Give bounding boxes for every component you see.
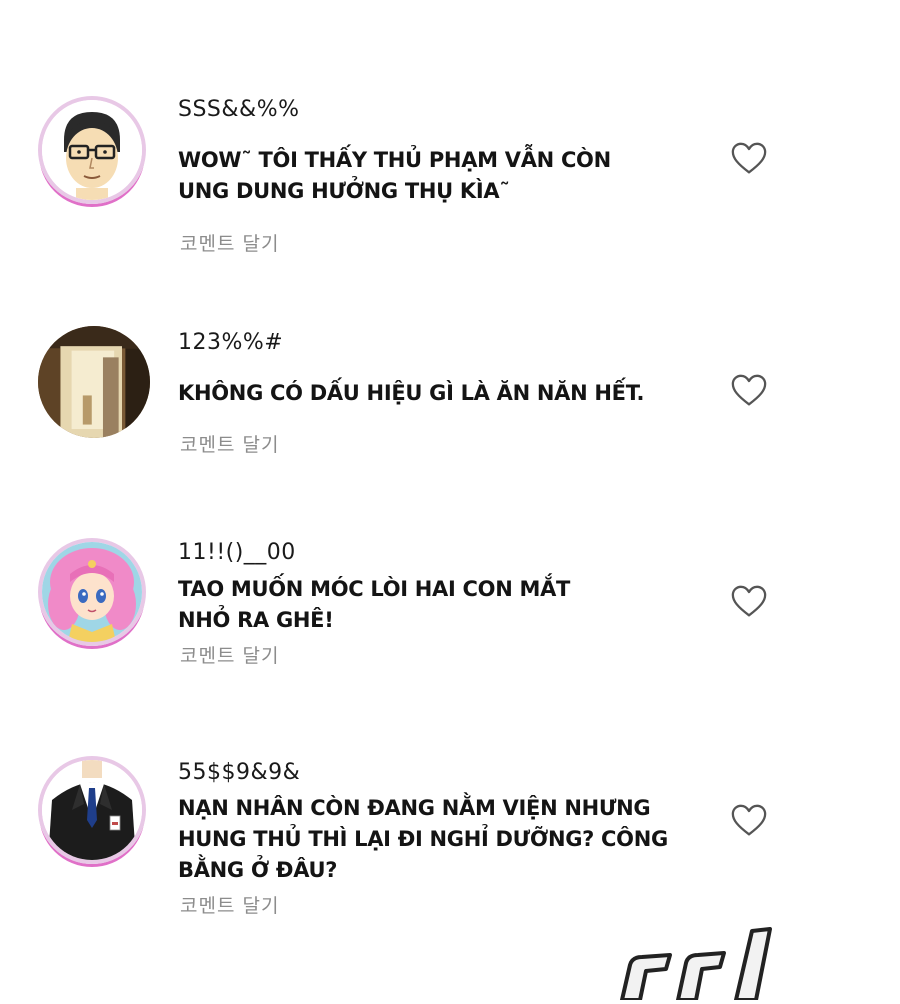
comment-username[interactable]: 55$$9&9& (178, 760, 300, 785)
comment-text-line: NHỎ RA GHÊ! (178, 608, 334, 632)
like-button[interactable] (730, 802, 768, 840)
avatar[interactable] (38, 538, 146, 646)
like-button[interactable] (730, 583, 768, 621)
comment-text: NẠN NHÂN CÒN ĐANG NẰM VIỆN NHƯNG HUNG TH… (178, 793, 698, 886)
comment-text-line: KHÔNG CÓ DẤU HIỆU GÌ LÀ ĂN NĂN HẾT. (178, 381, 645, 405)
comment-text-line: TAO MUỐN MÓC LÒI HAI CON MẮT (178, 577, 571, 601)
comment-username[interactable]: SSS&&%% (178, 97, 300, 122)
anime-girl-avatar-icon (42, 542, 142, 642)
reply-button[interactable]: 코멘트 달기 (180, 891, 279, 918)
avatar[interactable] (38, 326, 150, 438)
avatar[interactable] (38, 96, 146, 204)
like-button[interactable] (730, 372, 768, 410)
reply-button[interactable]: 코멘트 달기 (180, 430, 279, 457)
comment-username[interactable]: 123%%# (178, 330, 283, 355)
heart-outline-icon (731, 585, 767, 617)
decorative-graphic (600, 925, 800, 1002)
comment-username[interactable]: 11!!()__00 (178, 540, 296, 565)
like-button[interactable] (730, 140, 768, 178)
heart-outline-icon (731, 804, 767, 836)
glasses-man-avatar-icon (42, 100, 142, 200)
comment-text-line: BẰNG Ở ĐÂU? (178, 858, 338, 882)
comment-text-line: NẠN NHÂN CÒN ĐANG NẰM VIỆN NHƯNG (178, 796, 651, 820)
reply-button[interactable]: 코멘트 달기 (180, 229, 279, 256)
comment-text: KHÔNG CÓ DẤU HIỆU GÌ LÀ ĂN NĂN HẾT. (178, 378, 698, 409)
reply-button[interactable]: 코멘트 달기 (180, 641, 279, 668)
room-photo-avatar-icon (38, 326, 150, 438)
avatar[interactable] (38, 756, 146, 864)
heart-outline-icon (731, 142, 767, 174)
comment-text-line: UNG DUNG HƯỞNG THỤ KÌA˜ (178, 179, 510, 203)
comment-text: WOW˜ TÔI THẤY THỦ PHẠM VẪN CÒN UNG DUNG … (178, 145, 698, 207)
comment-text-line: WOW˜ TÔI THẤY THỦ PHẠM VẪN CÒN (178, 148, 611, 172)
sound-effect-graphic (620, 927, 772, 1002)
heart-outline-icon (731, 374, 767, 406)
comment-text: TAO MUỐN MÓC LÒI HAI CON MẮT NHỎ RA GHÊ! (178, 574, 698, 636)
comment-text-line: HUNG THỦ THÌ LẠI ĐI NGHỈ DƯỠNG? CÔNG (178, 827, 668, 851)
suit-man-avatar-icon (42, 760, 142, 860)
